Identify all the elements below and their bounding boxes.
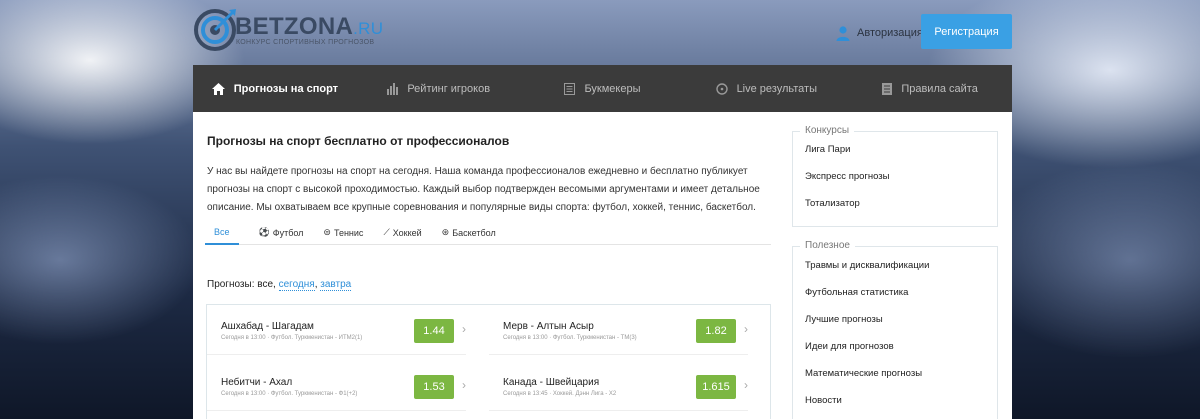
site-header: BETZONA.RU Конкурс спортивных прогнозов … xyxy=(0,0,1200,64)
match-name: Небитчи - Ахал xyxy=(221,377,293,388)
match-name: Канада - Швейцария xyxy=(503,377,600,388)
tab-label: Теннис xyxy=(333,227,364,238)
chevron-right-icon[interactable]: › xyxy=(462,378,466,392)
sidebar-link[interactable]: Идеи для прогнозов xyxy=(805,341,894,352)
tab-label: Баскетбол xyxy=(452,227,496,238)
basketball-icon: ⊛ xyxy=(441,227,450,237)
brand-tagline: Конкурс спортивных прогнозов xyxy=(236,39,375,46)
match-meta: Сегодня в 13:45 · Хоккей. Дэнн Лига - Х2 xyxy=(503,391,617,397)
odds-button[interactable]: 1.82 xyxy=(696,319,736,343)
sport-tabs: Все ⚽ Футбол ⊜ Теннис ⟋ Хоккей ⊛ Баскетбол xyxy=(205,220,771,245)
match-card[interactable]: Ашхабад - Шагадам Сегодня в 13:00 · Футб… xyxy=(207,305,466,355)
match-card[interactable]: Мерв - Алтын Асыр Сегодня в 13:00 · Футб… xyxy=(489,305,748,355)
contests-title: Конкурсы xyxy=(800,125,855,136)
football-icon: ⚽ xyxy=(258,227,270,237)
brand-tld: .RU xyxy=(353,19,384,38)
bar-chart-icon xyxy=(387,82,399,95)
chevron-right-icon[interactable]: › xyxy=(744,322,748,336)
tab-all[interactable]: Все xyxy=(205,220,239,245)
nav-label: Прогнозы на спорт xyxy=(233,82,339,95)
nav-item-predictions[interactable]: Прогнозы на спорт xyxy=(193,65,357,112)
tab-label: Все xyxy=(214,226,230,237)
odds-button[interactable]: 1.44 xyxy=(414,319,454,343)
nav-label: Правила сайта xyxy=(901,82,978,95)
nav-label: Live результаты xyxy=(736,82,817,95)
login-link[interactable]: Авторизация xyxy=(836,24,923,42)
filter-tomorrow-link[interactable]: завтра xyxy=(320,279,352,291)
contests-box: Конкурсы Лига Пари Экспресс прогнозы Тот… xyxy=(792,125,998,227)
sidebar-link[interactable]: Тотализатор xyxy=(805,198,860,209)
target-logo-icon xyxy=(194,9,236,51)
matches-list: Ашхабад - Шагадам Сегодня в 13:00 · Футб… xyxy=(206,304,771,419)
page-description: У нас вы найдете прогнозы на спорт на се… xyxy=(207,166,760,213)
content-area: Прогнозы на спорт бесплатно от профессио… xyxy=(193,112,1012,419)
main-navigation: Прогнозы на спорт Рейтинг игроков Букмек… xyxy=(193,65,1012,112)
tab-hockey[interactable]: ⟋ Хоккей xyxy=(383,220,421,245)
sidebar-link[interactable]: Новости xyxy=(805,395,842,406)
sidebar-link[interactable]: Лучшие прогнозы xyxy=(805,314,883,325)
sidebar-link[interactable]: Травмы и дисквалификации xyxy=(805,260,929,271)
tennis-icon: ⊜ xyxy=(323,227,331,237)
user-icon xyxy=(836,25,850,41)
nav-label: Букмекеры xyxy=(584,82,641,95)
clock-icon xyxy=(715,82,728,95)
odds-button[interactable]: 1.53 xyxy=(414,375,454,399)
tab-football[interactable]: ⚽ Футбол xyxy=(259,220,304,245)
sidebar-link[interactable]: Математические прогнозы xyxy=(805,368,922,379)
document-icon xyxy=(882,82,893,95)
match-name: Ашхабад - Шагадам xyxy=(221,321,314,332)
sidebar-link[interactable]: Экспресс прогнозы xyxy=(805,171,889,182)
nav-item-bookmakers[interactable]: Букмекеры xyxy=(521,65,685,112)
nav-label: Рейтинг игроков xyxy=(407,82,491,95)
match-card[interactable]: Небитчи - Ахал Сегодня в 13:00 · Футбол.… xyxy=(207,361,466,411)
nav-item-rating[interactable]: Рейтинг игроков xyxy=(357,65,521,112)
tab-label: Хоккей xyxy=(392,227,422,238)
tab-label: Футбол xyxy=(272,227,304,238)
login-label: Авторизация xyxy=(857,27,923,39)
nav-item-live[interactable]: Live результаты xyxy=(684,65,848,112)
match-meta: Сегодня в 13:00 · Футбол. Туркменистан -… xyxy=(221,335,363,341)
match-name: Мерв - Алтын Асыр xyxy=(503,321,594,332)
match-card[interactable]: Канада - Швейцария Сегодня в 13:45 · Хок… xyxy=(489,361,748,411)
nav-item-rules[interactable]: Правила сайта xyxy=(848,65,1012,112)
match-meta: Сегодня в 13:00 · Футбол. Туркменистан -… xyxy=(221,391,358,397)
site-logo[interactable]: BETZONA.RU Конкурс спортивных прогнозов xyxy=(193,8,383,52)
sidebar-link[interactable]: Лига Пари xyxy=(805,144,850,155)
match-meta: Сегодня в 13:00 · Футбол. Туркменистан -… xyxy=(503,335,637,341)
filter-today-link[interactable]: сегодня xyxy=(278,279,315,291)
filter-prefix: Прогнозы: все, xyxy=(207,279,276,290)
tab-basketball[interactable]: ⊛ Баскетбол xyxy=(442,220,496,245)
brand-name: BETZONA.RU xyxy=(235,13,384,40)
useful-box: Полезное Травмы и дисквалификации Футбол… xyxy=(792,240,998,419)
chevron-right-icon[interactable]: › xyxy=(744,378,748,392)
sidebar-link[interactable]: Футбольная статистика xyxy=(805,287,908,298)
predictions-filter: Прогнозы: все, сегодня, завтра xyxy=(207,279,352,291)
tab-tennis[interactable]: ⊜ Теннис xyxy=(323,220,363,245)
hockey-icon: ⟋ xyxy=(383,227,390,237)
register-button[interactable]: Регистрация xyxy=(921,14,1012,49)
useful-title: Полезное xyxy=(800,240,855,251)
home-icon xyxy=(211,82,225,95)
odds-button[interactable]: 1.615 xyxy=(696,375,736,399)
page-title: Прогнозы на спорт бесплатно от профессио… xyxy=(207,134,510,148)
list-icon xyxy=(564,82,576,95)
chevron-right-icon[interactable]: › xyxy=(462,322,466,336)
